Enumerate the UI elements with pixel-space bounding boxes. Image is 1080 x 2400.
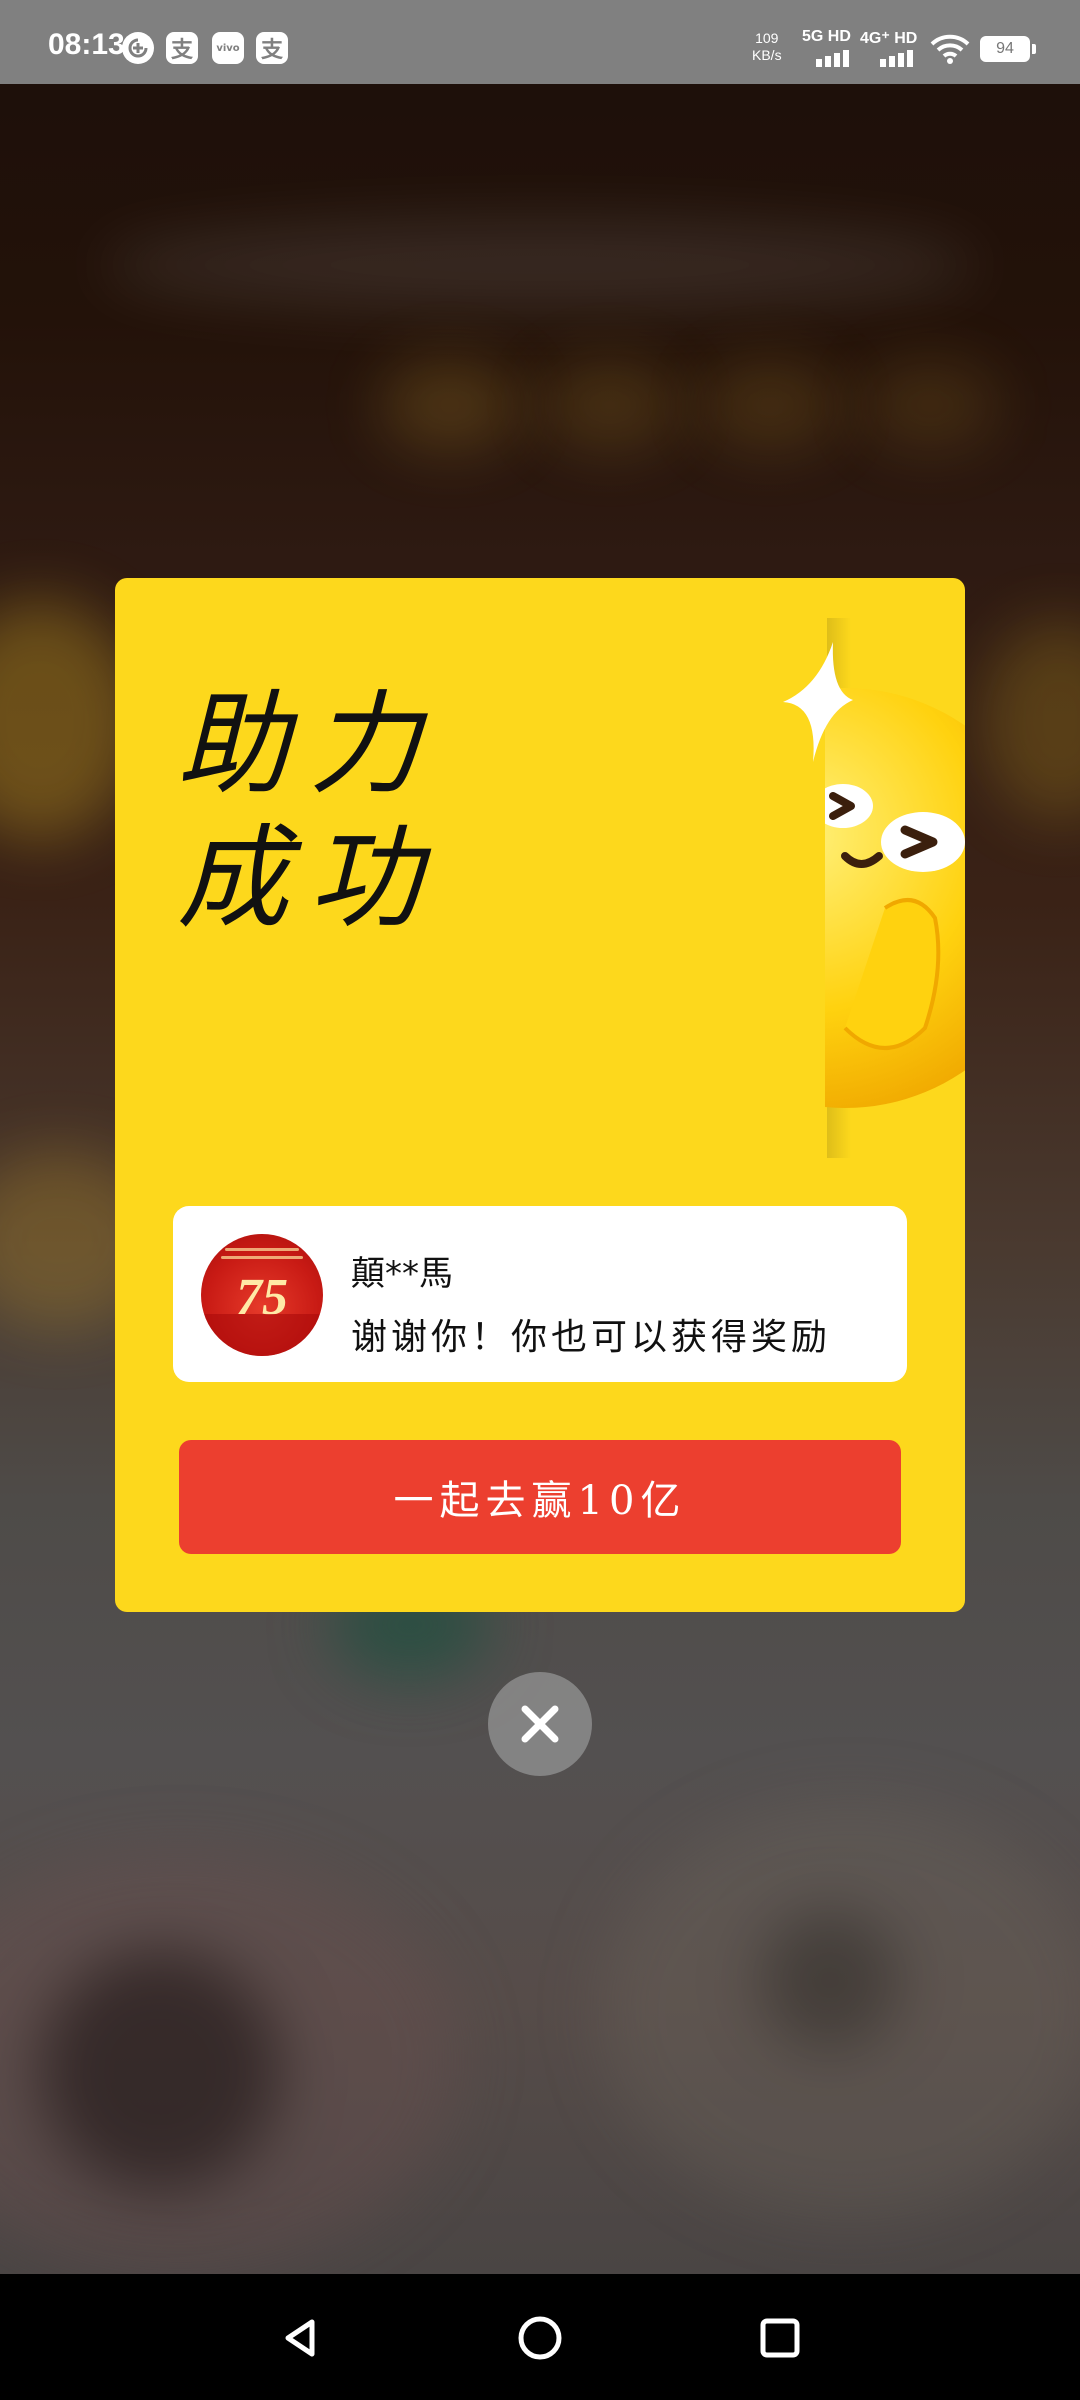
sim2-label: 4G⁺ HD bbox=[860, 30, 918, 47]
helper-user-card: 75 顛**馬 谢谢你！你也可以获得奖励 bbox=[173, 1206, 907, 1382]
alipay-icon: 支 bbox=[166, 32, 198, 64]
sim2-signal-icon bbox=[880, 50, 913, 67]
user-name: 顛**馬 bbox=[351, 1254, 453, 1294]
vivo-icon: vivo bbox=[212, 32, 244, 64]
close-button[interactable] bbox=[488, 1672, 592, 1776]
close-icon bbox=[521, 1705, 559, 1743]
nav-home-button[interactable] bbox=[510, 2308, 570, 2368]
net-speed-unit: KB/s bbox=[752, 47, 782, 63]
sync-icon bbox=[122, 32, 154, 64]
recents-square-icon bbox=[760, 2318, 800, 2358]
wifi-icon bbox=[930, 34, 970, 68]
status-time: 08:13 bbox=[48, 28, 125, 61]
net-speed: 109 KB/s bbox=[752, 30, 782, 64]
help-success-dialog: 助力 成功 75 顛**馬 谢谢你！你也可以获得奖励 一起去赢10亿 bbox=[115, 578, 965, 1612]
nav-recents-button[interactable] bbox=[750, 2308, 810, 2368]
sparkle-icon bbox=[763, 642, 853, 762]
title-line-2: 成功 bbox=[177, 814, 441, 944]
user-avatar: 75 bbox=[201, 1234, 323, 1356]
status-bar: 08:13 支 vivo 支 109 KB/s 5G HD 4G⁺ HD 94 bbox=[0, 0, 1080, 84]
net-speed-value: 109 bbox=[755, 30, 779, 46]
battery-indicator: 94 bbox=[980, 36, 1036, 62]
dialog-title: 助力 成功 bbox=[177, 678, 497, 946]
win-together-button[interactable]: 一起去赢10亿 bbox=[179, 1440, 901, 1554]
nav-back-button[interactable] bbox=[270, 2308, 330, 2368]
sim1-label: 5G HD bbox=[802, 28, 851, 45]
title-line-1: 助力 bbox=[177, 680, 441, 810]
alipay-icon-2: 支 bbox=[256, 32, 288, 64]
home-circle-icon bbox=[518, 2316, 562, 2360]
sim1-signal-icon bbox=[816, 50, 849, 67]
back-triangle-icon bbox=[285, 2319, 315, 2357]
user-message: 谢谢你！你也可以获得奖励 bbox=[351, 1317, 832, 1358]
system-navigation-bar bbox=[0, 2274, 1080, 2400]
